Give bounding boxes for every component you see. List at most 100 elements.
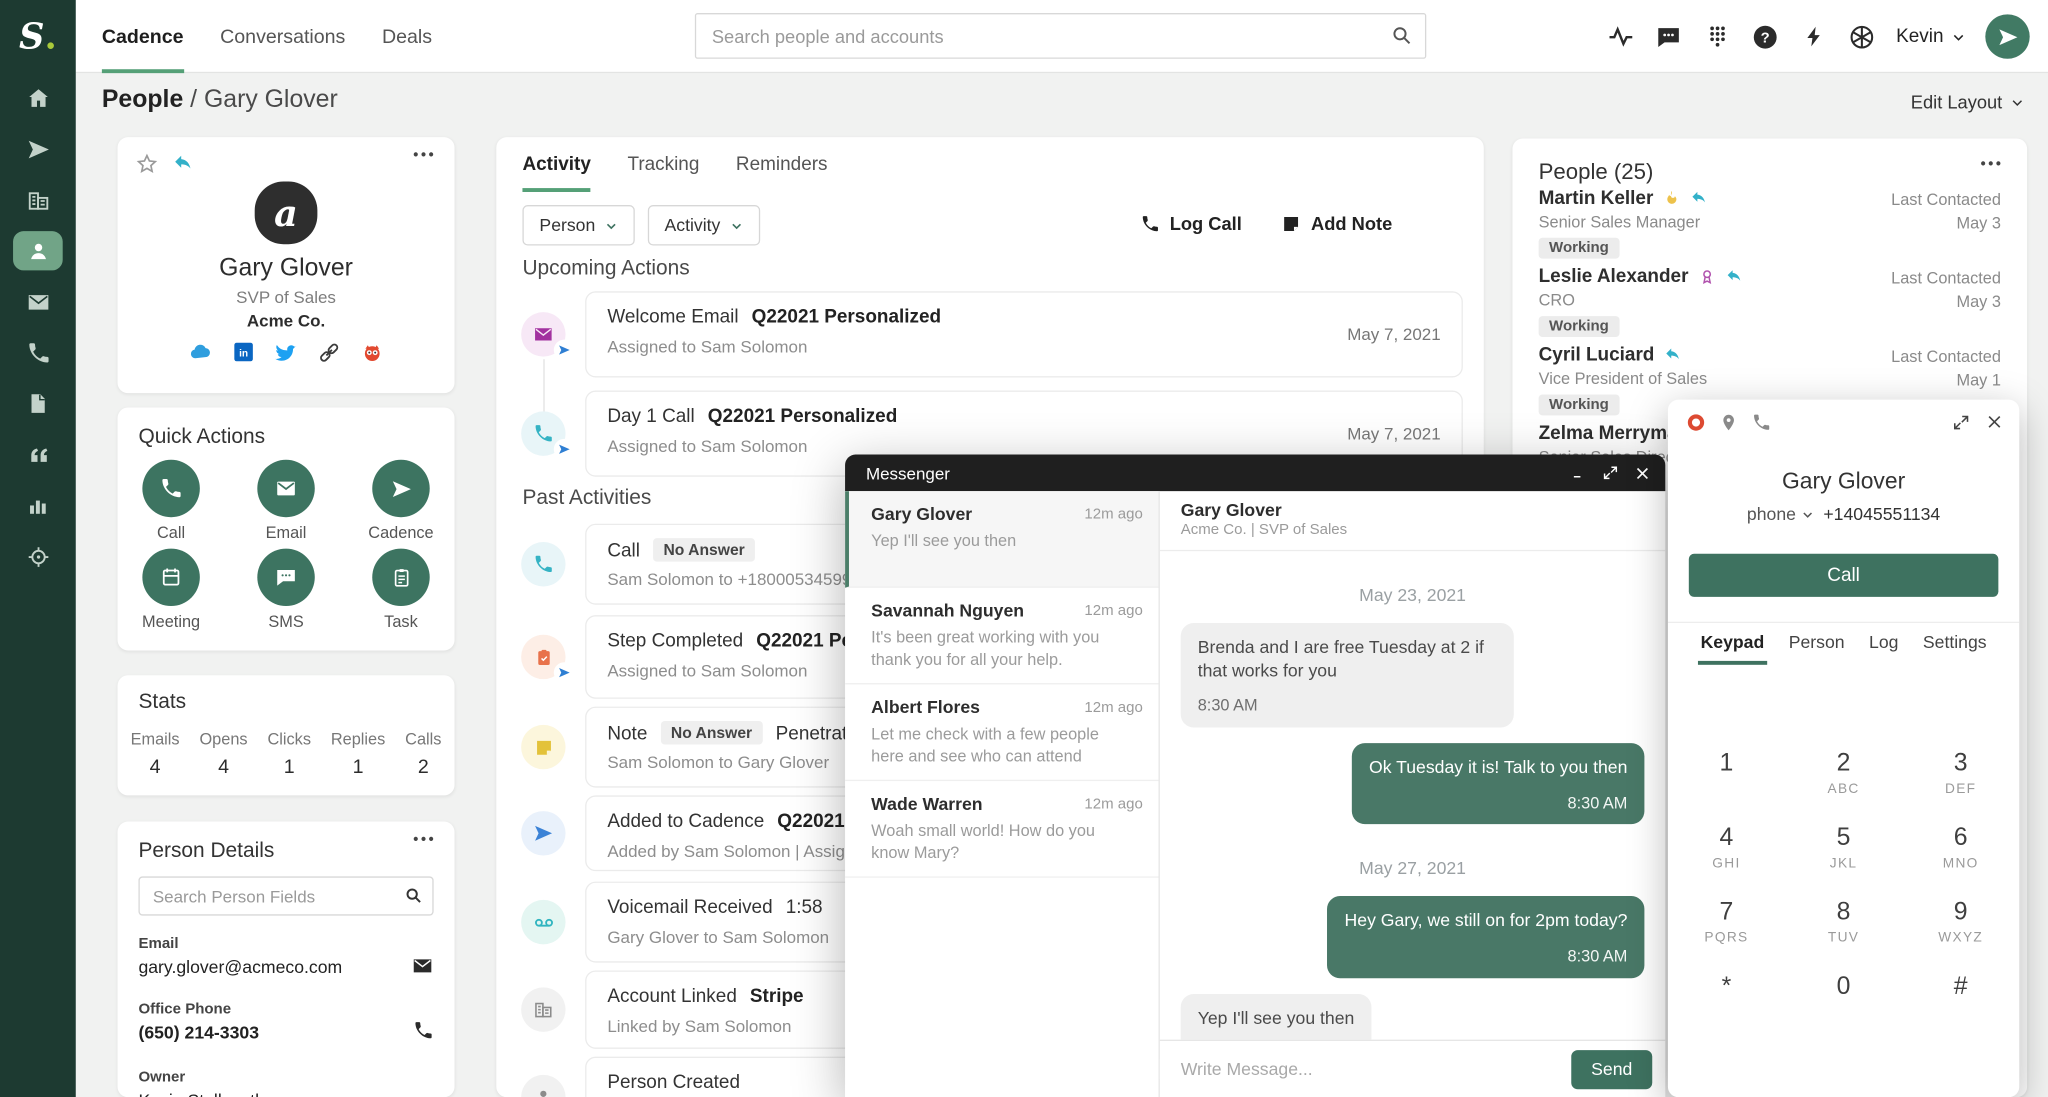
thread-albert-flores[interactable]: Albert Flores 12m ago Let me check with … (845, 684, 1158, 781)
sidebar-item-goals[interactable] (13, 537, 63, 576)
key-7[interactable]: 7PQRS (1668, 899, 1785, 953)
settings-wheel-icon[interactable] (1848, 22, 1877, 51)
last-contacted-label: Last Contacted (1891, 191, 2001, 209)
profile-menu-button[interactable]: ••• (413, 148, 436, 164)
tab-tracking[interactable]: Tracking (627, 137, 699, 192)
profile-company[interactable]: Acme Co. (118, 311, 455, 331)
key-8[interactable]: 8TUV (1785, 899, 1902, 953)
field-value: (650) 214-3303 (138, 1023, 433, 1043)
item-title: Day 1 Call (607, 406, 694, 427)
person-details-menu-button[interactable]: ••• (413, 832, 436, 848)
expand-icon[interactable] (1595, 455, 1626, 492)
tab-activity[interactable]: Activity (522, 137, 590, 192)
conversation-header: Gary Glover Acme Co. | SVP of Sales (1160, 491, 1665, 551)
upcoming-item-welcome-email[interactable]: Welcome EmailQ22021 Personalized Assigne… (585, 291, 1463, 377)
key-2[interactable]: 2ABC (1785, 750, 1902, 804)
global-search-input[interactable] (695, 13, 1426, 59)
activity-filter-dropdown[interactable]: Activity (648, 205, 760, 245)
key-star[interactable]: * (1668, 973, 1785, 1027)
log-call-button[interactable]: Log Call (1140, 213, 1242, 234)
thread-wade-warren[interactable]: Wade Warren 12m ago Woah small world! Ho… (845, 781, 1158, 878)
person-row-leslie-alexander[interactable]: Leslie Alexander CRO Working Last Contac… (1512, 266, 2027, 344)
people-panel-menu-button[interactable]: ••• (1981, 157, 2004, 173)
minimize-icon[interactable] (1563, 455, 1594, 492)
app-logo[interactable]: S. (0, 0, 76, 73)
tab-keypad[interactable]: Keypad (1701, 632, 1765, 665)
sidebar-item-cadences[interactable] (13, 129, 63, 168)
sidebar-item-snippets[interactable] (13, 435, 63, 474)
sidebar-item-templates[interactable] (13, 384, 63, 423)
breadcrumb-section[interactable]: People (102, 86, 183, 113)
search-icon[interactable] (1390, 24, 1414, 48)
email-action-icon[interactable] (411, 955, 433, 977)
lightning-icon[interactable] (1799, 22, 1828, 51)
twitter-icon[interactable] (274, 340, 298, 364)
record-icon[interactable] (1686, 413, 1706, 433)
nav-tab-conversations[interactable]: Conversations (220, 0, 345, 73)
close-icon[interactable] (1626, 455, 1657, 492)
key-6[interactable]: 6MNO (1902, 824, 2019, 878)
tab-log[interactable]: Log (1869, 632, 1898, 665)
nav-tab-deals[interactable]: Deals (382, 0, 432, 73)
message-input[interactable] (1160, 1059, 1571, 1079)
thread-gary-glover[interactable]: Gary Glover 12m ago Yep I'll see you the… (845, 491, 1158, 588)
tab-reminders[interactable]: Reminders (736, 137, 828, 192)
salesforce-cloud-icon[interactable] (188, 340, 213, 365)
person-filter-dropdown[interactable]: Person (522, 205, 634, 245)
activity-pulse-icon[interactable] (1606, 22, 1635, 51)
step-completed-icon (521, 635, 565, 679)
incoming-message: Brenda and I are free Tuesday at 2 if th… (1181, 623, 1514, 728)
person-fields-search-input[interactable] (138, 876, 433, 915)
tab-settings[interactable]: Settings (1923, 632, 1987, 665)
sidebar-item-home[interactable] (13, 78, 63, 117)
location-pin-icon[interactable] (1719, 413, 1739, 433)
linkedin-icon[interactable]: in (232, 341, 254, 363)
phone-transfer-icon[interactable] (1752, 413, 1772, 433)
edit-layout-button[interactable]: Edit Layout (1911, 91, 2025, 112)
thread-savannah-nguyen[interactable]: Savannah Nguyen 12m ago It's been great … (845, 588, 1158, 685)
breadcrumb: People / Gary Glover (102, 86, 338, 115)
quick-action-email[interactable]: Email (244, 460, 328, 542)
key-hash[interactable]: # (1902, 973, 2019, 1027)
key-0[interactable]: 0 (1785, 973, 1902, 1027)
nav-tab-cadence[interactable]: Cadence (102, 0, 184, 73)
quick-action-call[interactable]: Call (129, 460, 213, 542)
search-icon[interactable] (404, 886, 424, 906)
tab-person[interactable]: Person (1789, 632, 1845, 665)
user-avatar[interactable] (1985, 14, 2029, 58)
quick-action-meeting[interactable]: Meeting (129, 549, 213, 631)
sidebar-item-calls[interactable] (13, 333, 63, 372)
link-icon[interactable] (317, 340, 341, 364)
user-menu[interactable]: Kevin (1896, 26, 1966, 47)
expand-icon[interactable] (1953, 413, 1970, 430)
sidebar-item-email[interactable] (13, 282, 63, 321)
help-icon[interactable]: ? (1751, 22, 1780, 51)
log-call-label: Log Call (1170, 213, 1242, 234)
call-button[interactable]: Call (1689, 554, 1999, 597)
sidebar-item-accounts[interactable] (13, 180, 63, 219)
send-button[interactable]: Send (1571, 1049, 1652, 1088)
chat-icon[interactable] (1654, 22, 1683, 51)
quick-action-cadence[interactable]: Cadence (359, 460, 443, 542)
sidebar-item-people[interactable] (13, 231, 63, 270)
owler-icon[interactable] (360, 340, 384, 364)
key-9[interactable]: 9WXYZ (1902, 899, 2019, 953)
favorite-star-icon[interactable] (136, 153, 158, 175)
phone-action-icon[interactable] (413, 1020, 434, 1041)
reply-arrow-icon[interactable] (172, 153, 194, 175)
key-3[interactable]: 3DEF (1902, 750, 2019, 804)
person-row-martin-keller[interactable]: Martin Keller Senior Sales Manager Worki… (1512, 188, 2027, 266)
person-fields-search (138, 876, 433, 915)
divider (1668, 622, 2019, 623)
key-4[interactable]: 4GHI (1668, 824, 1785, 878)
quick-action-sms[interactable]: SMS (244, 549, 328, 631)
sidebar-item-analytics[interactable] (13, 486, 63, 525)
add-note-button[interactable]: Add Note (1281, 213, 1392, 234)
key-5[interactable]: 5JKL (1785, 824, 1902, 878)
messenger-titlebar[interactable]: Messenger (845, 455, 1665, 492)
close-icon[interactable] (1985, 413, 2003, 431)
dialpad-icon[interactable] (1703, 22, 1732, 51)
key-1[interactable]: 1 (1668, 750, 1785, 804)
phone-type-dropdown[interactable]: phone (1747, 504, 1814, 524)
quick-action-task[interactable]: Task (359, 549, 443, 631)
